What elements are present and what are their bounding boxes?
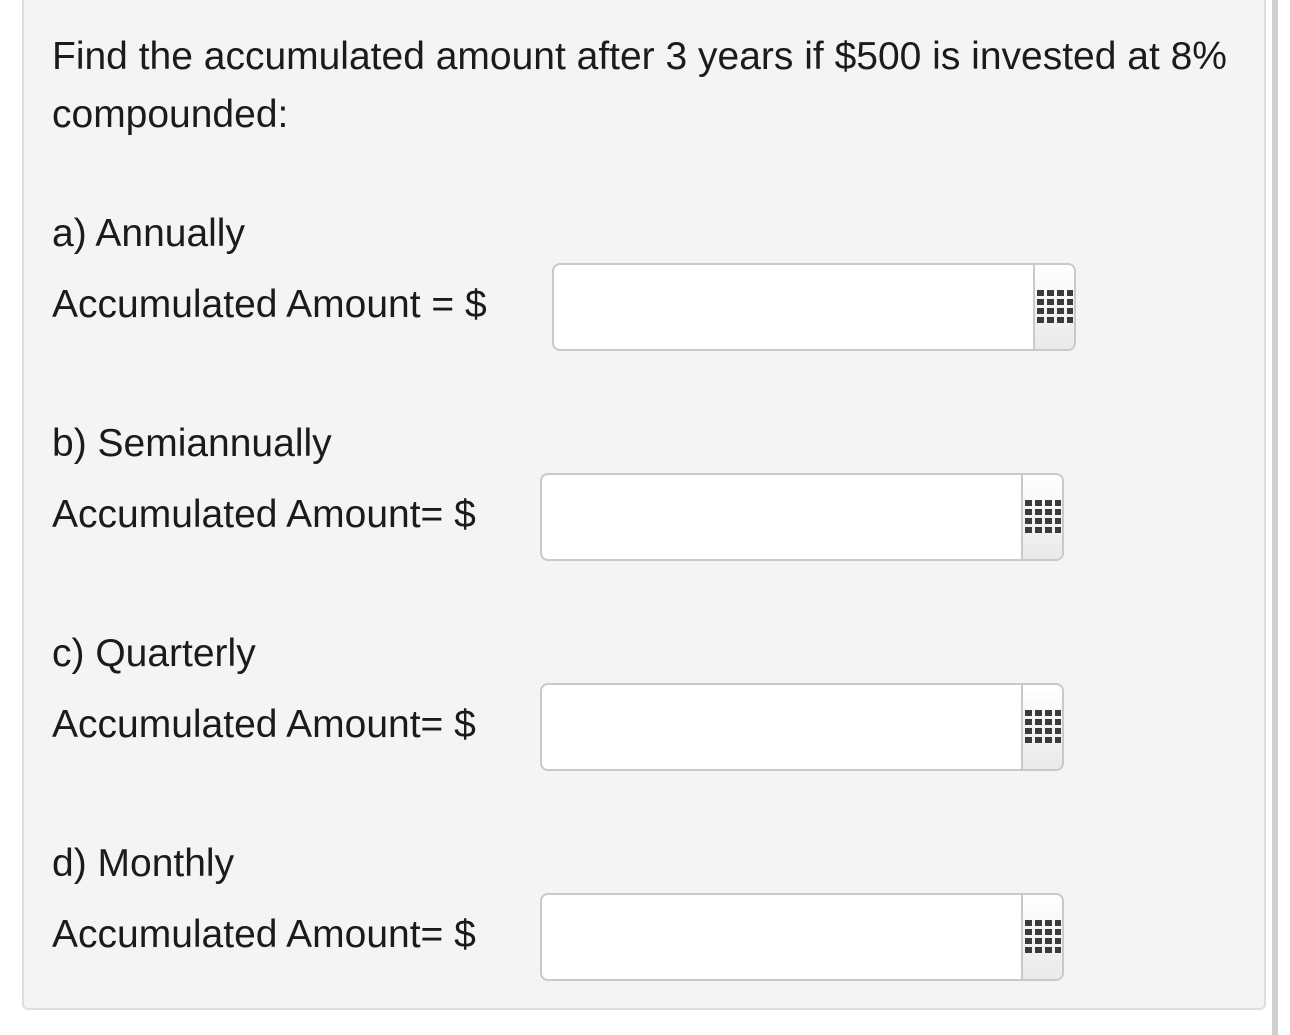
- part-a-keypad-button[interactable]: [1033, 265, 1074, 349]
- part-d-amount-label: Accumulated Amount= $: [52, 913, 476, 956]
- keypad-icon: [1024, 920, 1061, 953]
- part-b-amount-label: Accumulated Amount= $: [52, 493, 476, 536]
- part-b-answer-group: [540, 473, 1064, 561]
- keypad-icon: [1036, 290, 1073, 323]
- keypad-icon: [1024, 500, 1061, 533]
- part-d-keypad-button[interactable]: [1021, 895, 1062, 979]
- part-a-answer-group: [552, 263, 1076, 351]
- part-d-answer-input[interactable]: [542, 895, 1021, 979]
- part-a-amount-label: Accumulated Amount = $: [52, 283, 487, 326]
- question-text: Find the accumulated amount after 3 year…: [52, 35, 1227, 136]
- part-b-answer-input[interactable]: [542, 475, 1021, 559]
- part-a-answer-input[interactable]: [554, 265, 1033, 349]
- part-c-heading: c) Quarterly: [52, 632, 256, 675]
- window-edge: [1272, 0, 1278, 1035]
- part-d-heading: d) Monthly: [52, 842, 235, 885]
- keypad-icon: [1024, 710, 1061, 743]
- part-c-amount-label: Accumulated Amount= $: [52, 703, 476, 746]
- part-a-heading: a) Annually: [52, 212, 245, 255]
- part-c-answer-group: [540, 683, 1064, 771]
- part-d-answer-group: [540, 893, 1064, 981]
- part-b-heading: b) Semiannually: [52, 422, 332, 465]
- part-c-answer-input[interactable]: [542, 685, 1021, 769]
- part-c-keypad-button[interactable]: [1021, 685, 1062, 769]
- part-b-keypad-button[interactable]: [1021, 475, 1062, 559]
